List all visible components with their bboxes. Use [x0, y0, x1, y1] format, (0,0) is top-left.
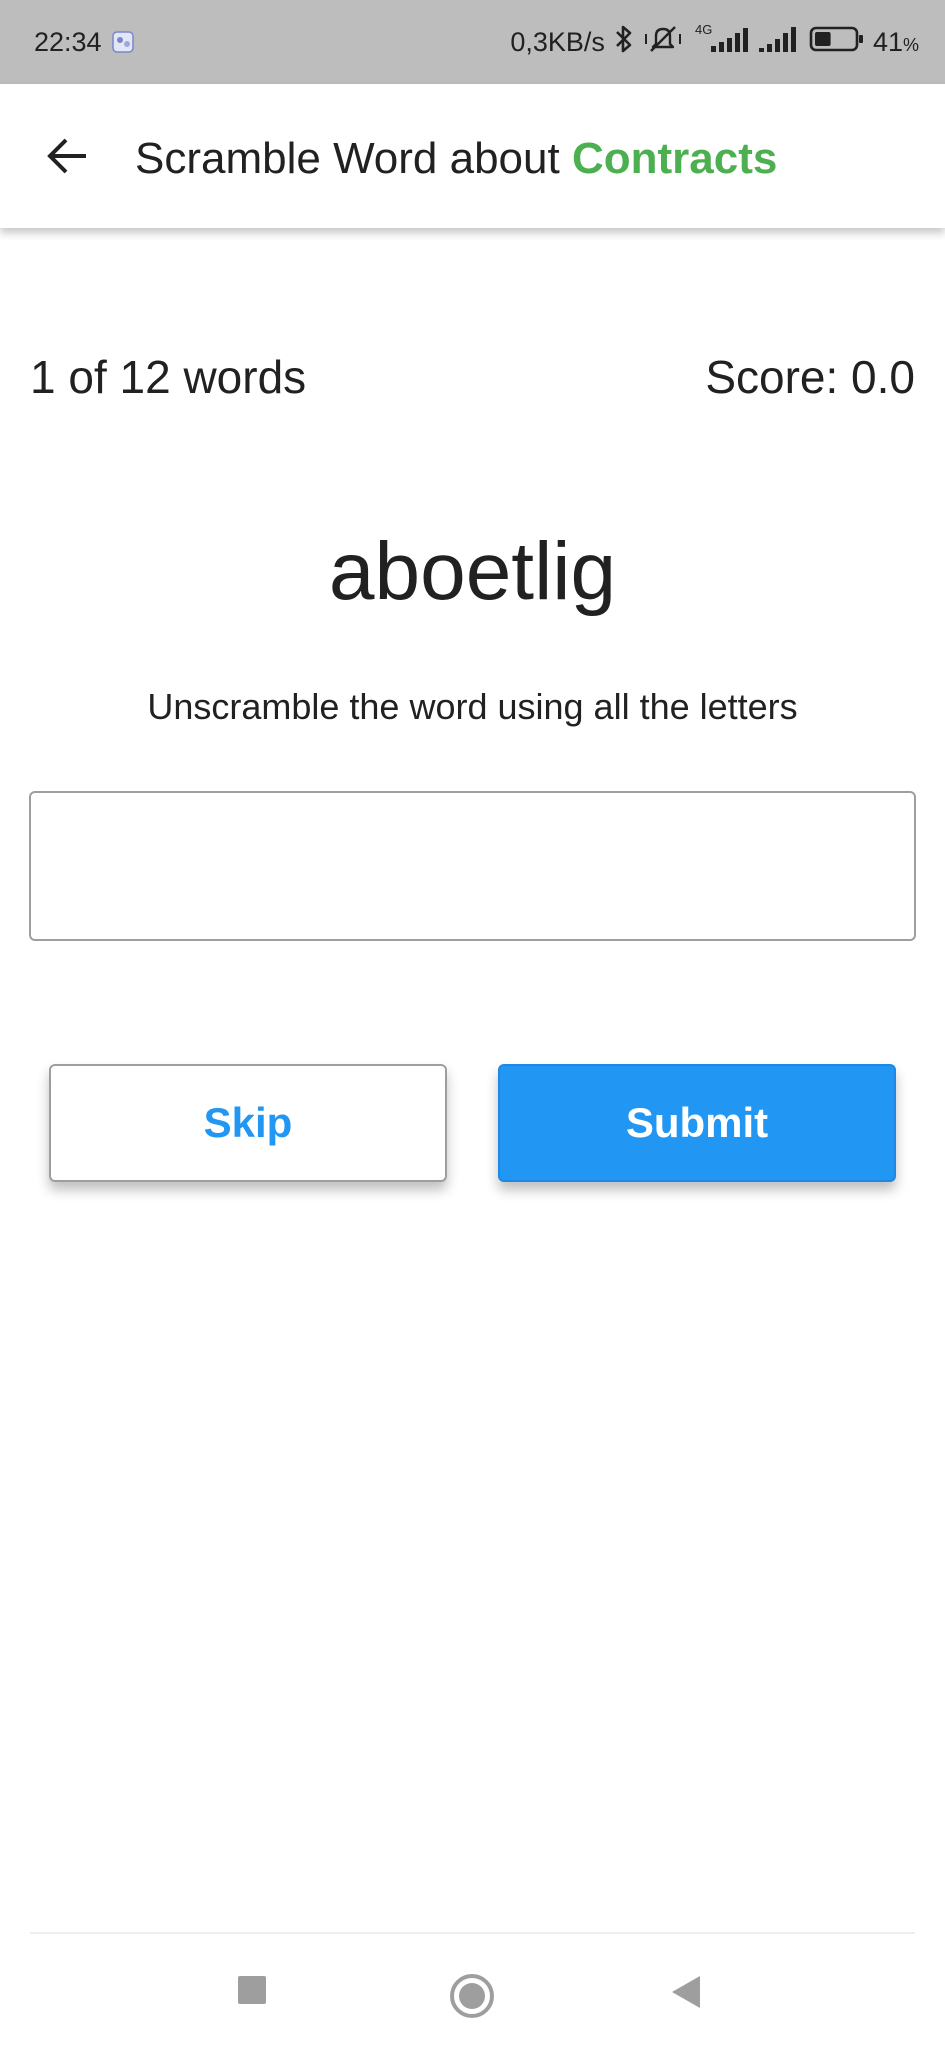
title-topic: Contracts	[571, 134, 778, 183]
circle-icon	[450, 1974, 494, 2018]
arrow-left-icon	[47, 138, 86, 174]
word-progress: 1 of 12 words	[30, 351, 307, 403]
title-prefix: Scramble Word about	[135, 134, 572, 183]
back-button[interactable]	[44, 132, 92, 180]
system-back-button[interactable]	[668, 1972, 704, 2012]
signal-4g-icon: 4G	[691, 22, 749, 63]
status-left: 22:34	[34, 27, 136, 58]
skip-button[interactable]: Skip	[49, 1064, 447, 1182]
status-bar: 22:34 0,3KB/s 4G 41%	[0, 0, 945, 84]
signal-icon	[757, 24, 801, 61]
scrambled-word: aboetlig	[328, 526, 617, 617]
status-right: 0,3KB/s 4G 41%	[510, 22, 919, 63]
score-label: Score: 0.0	[705, 351, 915, 403]
recents-button[interactable]	[234, 1972, 270, 2008]
page-title: Scramble Word about Contracts	[135, 134, 777, 184]
battery-icon	[809, 24, 865, 61]
network-speed: 0,3KB/s	[510, 26, 605, 57]
app-bar: Scramble Word about Contracts	[0, 84, 945, 228]
triangle-back-icon	[672, 1976, 700, 2008]
vibrate-muted-icon	[643, 24, 683, 61]
submit-button[interactable]: Submit	[498, 1064, 896, 1182]
svg-text:4G: 4G	[695, 22, 712, 37]
instruction-text: Unscramble the word using all the letter…	[147, 686, 798, 727]
status-time: 22:34	[34, 26, 102, 57]
battery-percent: 41%	[872, 26, 919, 57]
skip-label: Skip	[203, 1099, 293, 1146]
bluetooth-icon	[613, 24, 635, 61]
square-icon	[238, 1976, 266, 2004]
home-button[interactable]	[448, 1972, 496, 2020]
answer-input[interactable]	[29, 791, 916, 941]
submit-label: Submit	[625, 1099, 769, 1146]
navigation-bar	[0, 1934, 945, 2048]
notification-app-icon	[110, 29, 136, 55]
